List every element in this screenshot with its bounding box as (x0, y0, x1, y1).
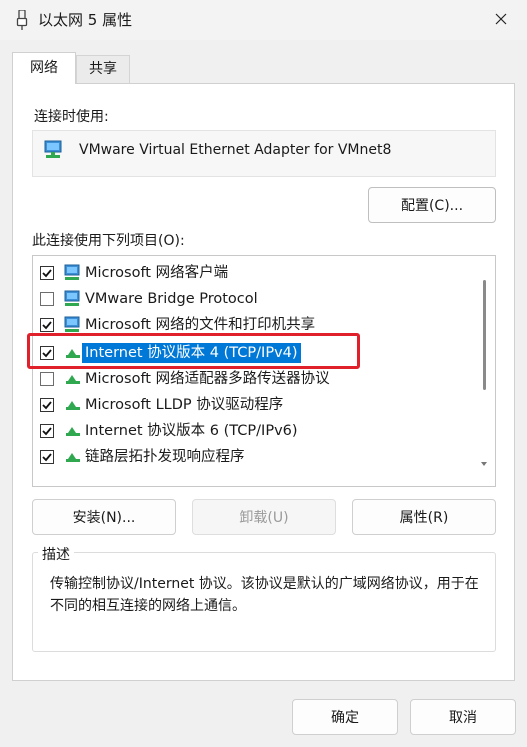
checkbox[interactable] (40, 292, 54, 306)
network-adapter-icon (43, 139, 65, 161)
list-item-label: Microsoft 网络的文件和打印机共享 (85, 317, 316, 333)
window-title: 以太网 5 属性 (38, 11, 133, 29)
description-label: 描述 (38, 544, 74, 564)
protocol-icon (63, 369, 83, 389)
checkbox[interactable] (40, 450, 54, 464)
cancel-button[interactable]: 取消 (410, 699, 516, 735)
cancel-button-label: 取消 (449, 710, 477, 726)
list-item-label: 链路层拓扑发现响应程序 (85, 449, 245, 465)
close-button[interactable] (484, 4, 518, 34)
list-item[interactable]: 链路层拓扑发现响应程序 (33, 444, 473, 470)
configure-button[interactable]: 配置(C)... (368, 187, 496, 223)
list-item-label: Microsoft 网络客户端 (85, 265, 229, 281)
install-button-label: 安装(N)... (72, 510, 136, 526)
list-item-label: Microsoft LLDP 协议驱动程序 (85, 397, 284, 413)
close-icon (495, 13, 507, 25)
checkbox[interactable] (40, 318, 54, 332)
checkbox[interactable] (40, 266, 54, 280)
ok-button-label: 确定 (331, 710, 359, 726)
checkbox[interactable] (40, 372, 54, 386)
list-item-label: VMware Bridge Protocol (85, 291, 258, 307)
items-list[interactable]: Microsoft 网络客户端 VMware Bridge Protocol M… (32, 255, 496, 487)
configure-button-label: 配置(C)... (400, 198, 464, 214)
properties-button-label: 属性(R) (399, 510, 449, 526)
protocol-icon (63, 395, 83, 415)
tab-sharing[interactable]: 共享 (76, 55, 130, 83)
install-button[interactable]: 安装(N)... (32, 499, 176, 535)
list-item[interactable]: VMware Bridge Protocol (33, 286, 473, 312)
list-item[interactable]: Microsoft 网络适配器多路传送器协议 (33, 366, 473, 392)
list-item-label: Internet 协议版本 6 (TCP/IPv6) (85, 423, 298, 439)
annotation-highlight-box (27, 333, 360, 369)
network-client-icon (63, 263, 83, 283)
protocol-icon (63, 447, 83, 467)
checkbox[interactable] (40, 424, 54, 438)
uninstall-button[interactable]: 卸载(U) (192, 499, 336, 535)
properties-button[interactable]: 属性(R) (352, 499, 496, 535)
ok-button[interactable]: 确定 (292, 699, 398, 735)
scrollbar-thumb[interactable] (483, 280, 486, 390)
list-item[interactable]: Internet 协议版本 6 (TCP/IPv6) (33, 418, 473, 444)
connect-using-label: 连接时使用: (34, 109, 109, 125)
description-text: 传输控制协议/Internet 协议。该协议是默认的广域网络协议，用于在不同的相… (50, 576, 479, 614)
scroll-down-icon[interactable] (478, 458, 490, 470)
items-list-label: 此连接使用下列项目(O): (32, 233, 185, 249)
list-item-label: Microsoft 网络适配器多路传送器协议 (85, 371, 330, 387)
list-item[interactable]: Microsoft LLDP 协议驱动程序 (33, 392, 473, 418)
tab-network[interactable]: 网络 (12, 52, 76, 84)
network-adapter-app-icon (16, 9, 28, 30)
list-item[interactable]: Microsoft 网络客户端 (33, 260, 473, 286)
network-client-icon (63, 315, 83, 335)
network-client-icon (63, 289, 83, 309)
adapter-name: VMware Virtual Ethernet Adapter for VMne… (79, 142, 392, 158)
uninstall-button-label: 卸载(U) (239, 510, 289, 526)
protocol-icon (63, 421, 83, 441)
checkbox[interactable] (40, 398, 54, 412)
